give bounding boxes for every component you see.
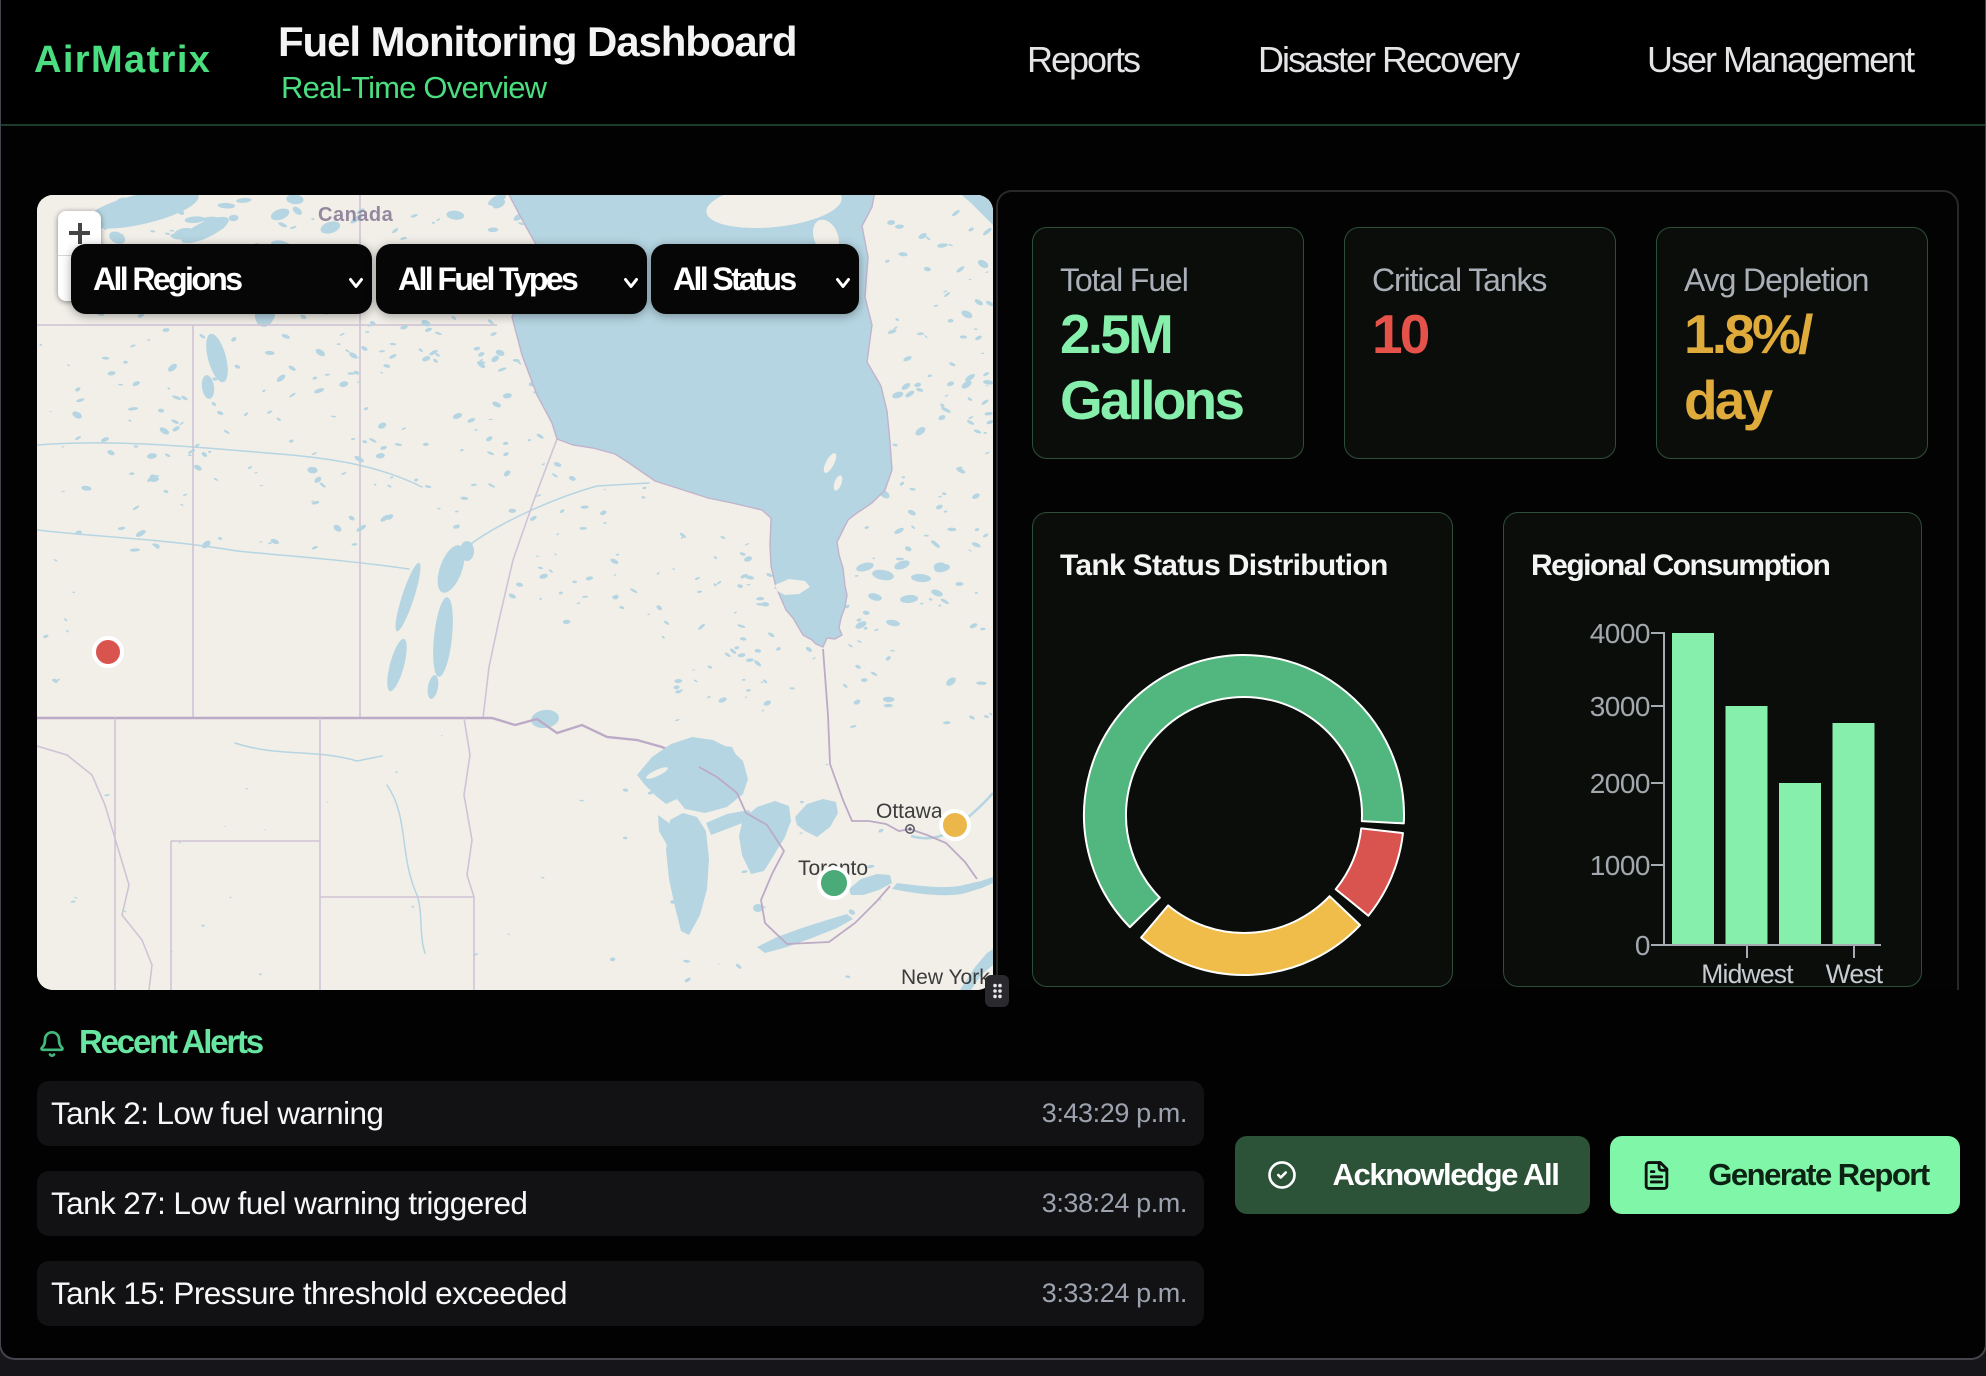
svg-text:2000: 2000 (1590, 768, 1650, 799)
svg-text:New York: New York (901, 966, 990, 989)
svg-text:Midwest: Midwest (1701, 959, 1794, 988)
svg-text:West: West (1826, 959, 1884, 988)
svg-text:4000: 4000 (1590, 618, 1650, 649)
svg-text:0: 0 (1635, 930, 1650, 961)
svg-text:1000: 1000 (1590, 850, 1650, 881)
svg-text:Ottawa: Ottawa (876, 800, 943, 823)
svg-text:Canada: Canada (318, 204, 394, 226)
svg-text:3000: 3000 (1590, 691, 1650, 722)
